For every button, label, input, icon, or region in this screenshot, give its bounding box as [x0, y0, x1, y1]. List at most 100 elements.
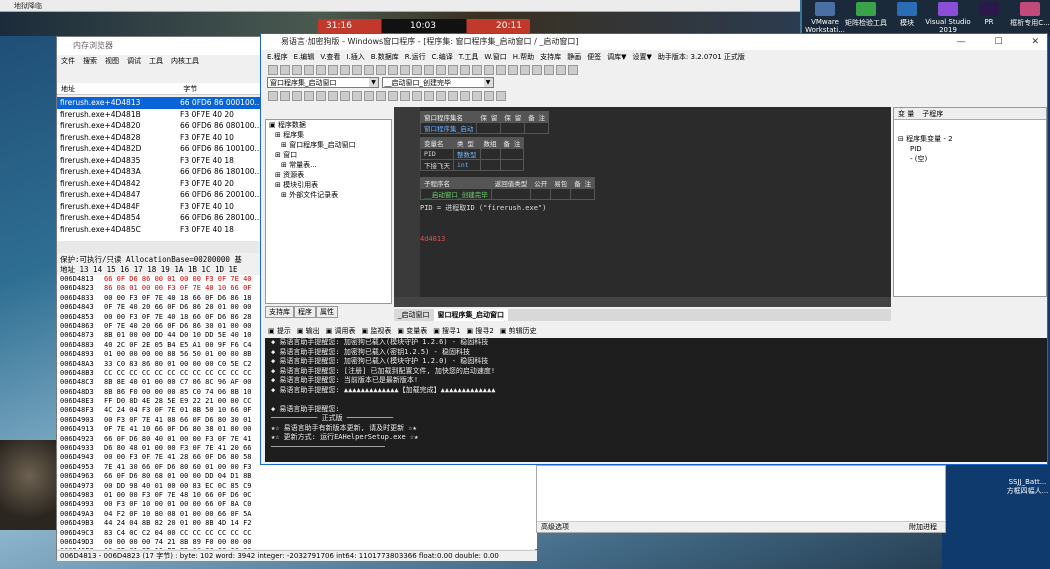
variable-tree[interactable]: ⊟ 程序集变量 - 2 PID - (空) — [894, 120, 1046, 164]
toolbar-button-icon[interactable] — [448, 65, 458, 75]
desktop-icon[interactable]: 矩阵检验工具 — [843, 2, 889, 28]
toolbar-button-icon[interactable] — [304, 91, 314, 101]
toolbar-button-icon[interactable] — [472, 65, 482, 75]
menu-item[interactable]: C.编译 — [432, 53, 453, 61]
toolbar-button-icon[interactable] — [364, 65, 374, 75]
toolbar-button-icon[interactable] — [460, 91, 470, 101]
toolbar-button-icon[interactable] — [508, 65, 518, 75]
toolbar-button-icon[interactable] — [352, 65, 362, 75]
toolbar-button-icon[interactable] — [340, 91, 350, 101]
program-tree[interactable]: ▣ 程序数据 ⊞ 程序集 ⊞ 窗口程序集_启动窗口 ⊞ 窗口 ⊞ 常量表... ⊞ 资源表… — [265, 119, 392, 304]
menu-item[interactable]: 便签 — [587, 53, 601, 61]
menu-item[interactable]: T.工具 — [459, 53, 479, 61]
menu-item[interactable]: W.窗口 — [484, 53, 506, 61]
hex-row[interactable]: 006D4973 00 DD 98 40 01 00 00 83 EC 0C 85… — [57, 482, 537, 491]
sub-name-cell[interactable]: __启动窗口_创建完毕 — [420, 188, 492, 200]
menu-item[interactable]: 静画 — [567, 53, 581, 61]
desktop-icon[interactable]: VMware Workstati... — [802, 2, 848, 34]
tree-tab[interactable]: 属性 — [316, 306, 338, 318]
toolbar-button-icon[interactable] — [424, 65, 434, 75]
toolbar-button-icon[interactable] — [448, 91, 458, 101]
menu-item[interactable]: 视图 — [105, 57, 119, 65]
toolbar-button-icon[interactable] — [412, 91, 422, 101]
var-tab[interactable]: 子程序 — [918, 108, 947, 120]
menu-item[interactable]: 搜索 — [83, 57, 97, 65]
toolbar-button-icon[interactable] — [280, 91, 290, 101]
toolbar-button-icon[interactable] — [364, 91, 374, 101]
output-tab[interactable]: ▣ 变量表 — [394, 325, 430, 337]
toolbar-button-icon[interactable] — [484, 91, 494, 101]
toolbar-button-icon[interactable] — [376, 65, 386, 75]
toolbar-button-icon[interactable] — [400, 65, 410, 75]
toolbar-button-icon[interactable] — [472, 91, 482, 101]
var-name-cell[interactable]: 下接飞天 — [420, 159, 454, 171]
tree-tab[interactable]: 支持库 — [265, 306, 294, 318]
var-name-cell[interactable]: PID — [420, 148, 454, 160]
toolbar-button-icon[interactable] — [328, 65, 338, 75]
var-type-cell[interactable]: int — [453, 159, 481, 171]
toolbar-button-icon[interactable] — [268, 91, 278, 101]
minimize-icon[interactable]: — — [957, 37, 966, 47]
toolbar-button-icon[interactable] — [496, 65, 506, 75]
hex-row[interactable]: 006D49B3 44 24 04 8B 82 20 01 00 8B 4D 14… — [57, 519, 537, 528]
assembly-select[interactable]: 窗口程序集_启动窗口 ▼ — [267, 77, 379, 88]
menu-item[interactable]: 助手版本: 3.2.0701 正式版 — [658, 53, 745, 61]
hex-row[interactable]: 006D4993 00 F3 0F 10 00 01 00 00 66 0F 8A… — [57, 500, 537, 509]
toolbar-button-icon[interactable] — [496, 91, 506, 101]
toolbar-button-icon[interactable] — [280, 65, 290, 75]
toolbar-button-icon[interactable] — [388, 91, 398, 101]
toolbar-button-icon[interactable] — [460, 65, 470, 75]
var-node[interactable]: PID — [898, 144, 1046, 154]
menu-item[interactable]: 调库▼ — [607, 53, 626, 61]
output-tab[interactable]: ▣ 搜寻1 — [430, 325, 463, 337]
toolbar-button-icon[interactable] — [484, 65, 494, 75]
editor-scrollbar[interactable] — [394, 297, 891, 307]
hex-row[interactable]: 006D49C3 83 C4 0C C2 04 00 CC CC CC CC CC… — [57, 529, 537, 538]
menu-item[interactable]: E.编辑 — [294, 53, 315, 61]
menu-item[interactable]: E.程序 — [267, 53, 288, 61]
assembly-name-cell[interactable]: 窗口程序集_启动 — [419, 122, 478, 134]
toolbar-button-icon[interactable] — [556, 65, 566, 75]
tree-tab[interactable]: 程序 — [294, 306, 316, 318]
toolbar-button-icon[interactable] — [436, 91, 446, 101]
hex-row[interactable]: 006D49E300 8B 01 8B 10 FF E2 CC CC CC CC… — [57, 547, 537, 549]
menu-item[interactable]: 内核工具 — [171, 57, 199, 65]
var-tab[interactable]: 变 量 — [894, 108, 918, 120]
toolbar-button-icon[interactable] — [568, 65, 578, 75]
toolbar-button-icon[interactable] — [436, 65, 446, 75]
editor-tab[interactable]: _启动窗口 — [394, 309, 434, 321]
toolbar-button-icon[interactable] — [268, 65, 278, 75]
output-tab[interactable]: ▣ 提示 — [265, 325, 294, 337]
output-tab[interactable]: ▣ 剪辑历史 — [497, 325, 540, 337]
tree-node[interactable]: ⊞ 资源表 — [266, 170, 391, 180]
output-tab[interactable]: ▣ 输出 — [294, 325, 323, 337]
tree-node[interactable]: ⊞ 模块引用表 — [266, 180, 391, 190]
tree-node[interactable]: ⊞ 外部文件记录表 — [266, 190, 391, 200]
var-node[interactable]: ⊟ 程序集变量 - 2 — [898, 134, 1046, 144]
toolbar-button-icon[interactable] — [376, 91, 386, 101]
toolbar-button-icon[interactable] — [316, 91, 326, 101]
hex-row[interactable]: 006D49D3 00 00 00 00 74 21 8B 89 F0 00 00… — [57, 538, 537, 547]
tree-node[interactable]: ⊞ 程序集 — [266, 130, 391, 140]
toolbar-button-icon[interactable] — [424, 91, 434, 101]
close-icon[interactable]: ✕ — [1031, 37, 1039, 47]
toolbar-button-icon[interactable] — [544, 65, 554, 75]
toolbar-button-icon[interactable] — [316, 65, 326, 75]
desktop-file-label[interactable]: SSJJ_Batt... 方框四幅人... — [1005, 478, 1050, 496]
menu-item[interactable]: I.插入 — [346, 53, 364, 61]
tree-node[interactable]: ▣ 程序数据 — [266, 120, 391, 130]
menu-item[interactable]: B.数据库 — [371, 53, 399, 61]
tree-node[interactable]: ⊞ 窗口 — [266, 150, 391, 160]
desktop-icon[interactable]: Visual Studio 2019 — [925, 2, 971, 34]
menu-item[interactable]: R.运行 — [405, 53, 426, 61]
var-type-cell[interactable]: 整数型 — [453, 148, 481, 160]
attach-process-button[interactable]: 附加进程 — [909, 522, 937, 533]
toolbar-button-icon[interactable] — [532, 65, 542, 75]
editor-tab[interactable]: 窗口程序集_启动窗口 — [433, 309, 508, 321]
toolbar-button-icon[interactable] — [352, 91, 362, 101]
sub-select[interactable]: __启动窗口_创建完毕 ▼ — [381, 77, 494, 88]
advanced-options-link[interactable]: 高级选项 — [541, 523, 569, 531]
tree-node[interactable]: ⊞ 窗口程序集_启动窗口 — [266, 140, 391, 150]
output-tab[interactable]: ▣ 搜寻2 — [464, 325, 497, 337]
toolbar-button-icon[interactable] — [340, 65, 350, 75]
